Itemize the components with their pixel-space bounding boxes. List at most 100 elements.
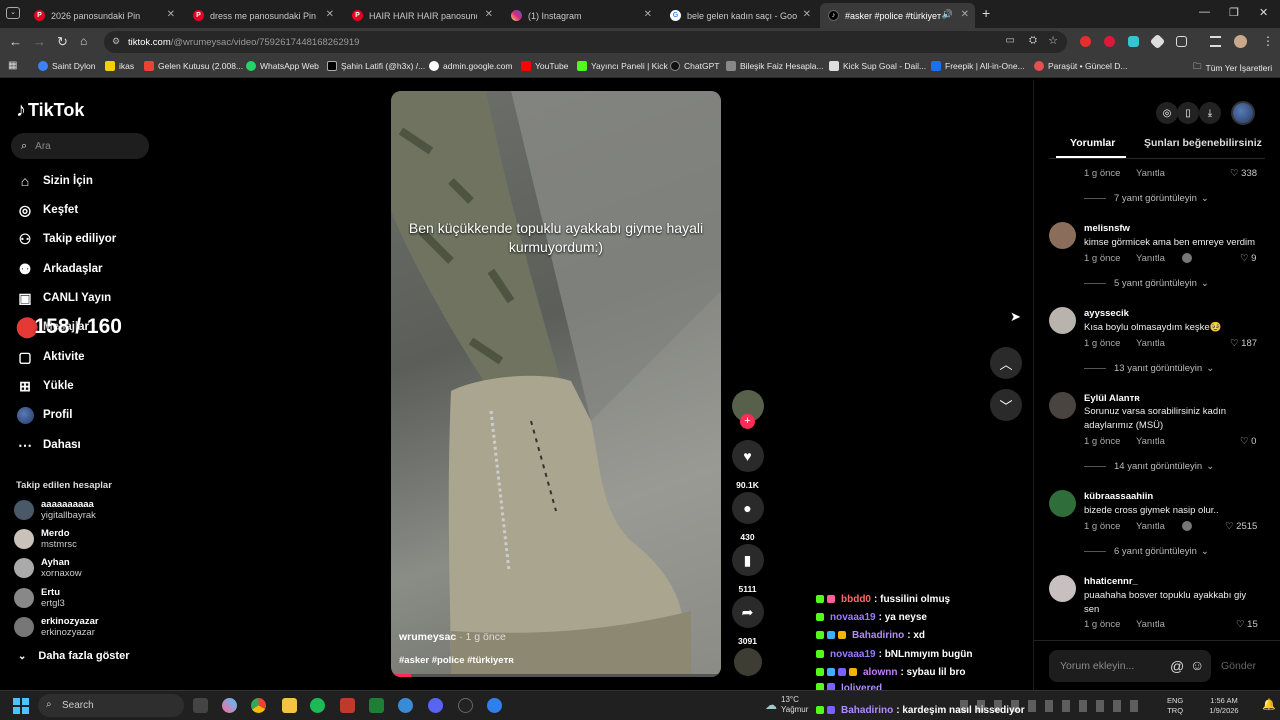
file-explorer-icon[interactable]	[282, 698, 297, 713]
nav-friends[interactable]: ⚉ Arkadaşlar	[16, 258, 103, 280]
mention-icon[interactable]: @	[1170, 658, 1184, 674]
discord-icon[interactable]	[428, 698, 443, 713]
avatar[interactable]	[1049, 490, 1076, 517]
language-indicator[interactable]: ENG TRQ	[1167, 696, 1183, 716]
nav-live[interactable]: ▣ CANLI Yayın	[16, 287, 111, 309]
followed-account[interactable]: aaaaaaaaaa yigitallbayrak	[14, 497, 96, 523]
followed-account[interactable]: Ayhan xornaxow	[14, 555, 82, 581]
close-tab-icon[interactable]: ✕	[961, 9, 969, 20]
task-view-icon[interactable]	[193, 698, 208, 713]
follow-plus-icon[interactable]: +	[740, 414, 755, 429]
comment-like[interactable]: ♡ 9	[1240, 253, 1256, 264]
bookmark-item[interactable]: admin.google.com	[429, 61, 512, 71]
app-icon[interactable]	[487, 698, 502, 713]
video-author[interactable]: wrumeysac · 1 g önce	[399, 631, 506, 643]
clock[interactable]: 1:56 AM 1/9/2026	[1199, 696, 1249, 716]
nav-explore[interactable]: ◎ Keşfet	[16, 199, 78, 221]
taskbar-search[interactable]: ⌕ Search	[38, 694, 184, 717]
url-field[interactable]: ⚙ tiktok.com/@wrumeysac/video/7592617448…	[104, 31, 1067, 53]
extension-icon[interactable]	[1104, 36, 1115, 47]
close-tab-icon[interactable]: ✕	[803, 9, 811, 20]
bookmark-item[interactable]: Freepik | All-in-One...	[931, 61, 1025, 71]
bookmark-item[interactable]: Kick Sup Goal - Dail...	[829, 61, 926, 71]
bookmark-item[interactable]: Paraşüt • Güncel D...	[1034, 61, 1128, 71]
video-hashtags[interactable]: #asker #police #türkiyeᴛʀ	[399, 655, 514, 666]
creator-avatar[interactable]: +	[731, 390, 764, 429]
close-tab-icon[interactable]: ✕	[167, 9, 175, 20]
previous-video-button[interactable]: ︿	[990, 347, 1022, 379]
bookmark-star-icon[interactable]: ☆	[1048, 34, 1058, 47]
comment-author[interactable]: ayyssecik	[1084, 308, 1129, 319]
extensions-puzzle-icon[interactable]	[1176, 36, 1187, 47]
minimize-icon[interactable]: —	[1199, 6, 1210, 18]
extension-icon[interactable]	[1149, 33, 1166, 50]
view-replies-button[interactable]: 13 yanıt görüntüleyin ⌄	[1084, 363, 1214, 374]
user-avatar[interactable]	[1231, 101, 1255, 125]
view-replies-button[interactable]: 14 yanıt görüntüleyin ⌄	[1084, 461, 1214, 472]
restore-icon[interactable]: ❐	[1229, 6, 1239, 19]
all-bookmarks-folder[interactable]: 🗀 Tüm Yer İşaretleri	[1193, 61, 1272, 75]
device-icon[interactable]: ▯	[1177, 102, 1199, 124]
send-button[interactable]: Gönder	[1221, 660, 1256, 672]
video-player[interactable]: Ben küçükkende topuklu ayakkabı giyme ha…	[391, 91, 721, 677]
download-icon[interactable]: ⤓	[1199, 102, 1221, 124]
notification-bell-icon[interactable]: 🔔	[1262, 698, 1276, 711]
comment-like[interactable]: ♡ 2515	[1225, 521, 1257, 532]
home-icon[interactable]: ⌂	[80, 34, 87, 48]
browser-tab[interactable]: P 2026 panosundaki Pin ✕	[26, 3, 181, 28]
followed-account[interactable]: Ertu ertgl3	[14, 585, 65, 611]
bookmark-item[interactable]: ikas	[105, 61, 134, 71]
close-tab-icon[interactable]: ✕	[644, 9, 652, 20]
comment-author[interactable]: melisnsfw	[1084, 223, 1130, 234]
site-info-icon[interactable]: ⚙	[112, 36, 120, 47]
audio-icon[interactable]: 🔊	[942, 9, 953, 20]
bookmark-item[interactable]: Yayıncı Paneli | Kick	[577, 61, 668, 71]
view-replies-button[interactable]: 5 yanıt görüntüleyin ⌄	[1084, 278, 1209, 289]
bookmark-item[interactable]: Saint Dylon	[38, 61, 95, 71]
comment-button[interactable]: ● 430	[731, 492, 764, 542]
tiktok-logo[interactable]: ♪ TikTok	[16, 99, 84, 122]
like-button[interactable]: ♥ 90.1K	[731, 440, 764, 490]
spotify-icon[interactable]	[310, 698, 325, 713]
browser-tab[interactable]: Gbele gelen kadın saçı - Google Search✕	[662, 3, 817, 28]
search-input[interactable]: ⌕ Ara	[11, 133, 149, 159]
translate-icon[interactable]: ⛭	[1029, 35, 1037, 46]
music-disc[interactable]	[731, 648, 764, 676]
discover-icon[interactable]: ◎	[1156, 102, 1178, 124]
tab-comments[interactable]: Yorumlar	[1070, 137, 1115, 149]
app-icon[interactable]	[340, 698, 355, 713]
comment-input[interactable]: Yorum ekleyin... @ ☺	[1049, 650, 1211, 682]
back-icon[interactable]: ←	[9, 34, 22, 49]
comment-like[interactable]: ♡ 15	[1236, 619, 1258, 630]
browser-menu-icon[interactable]: ⋮	[1262, 34, 1274, 48]
avatar[interactable]	[1049, 222, 1076, 249]
followed-account[interactable]: Merdo mstmrsc	[14, 526, 77, 552]
apps-grid-icon[interactable]: ▦	[8, 60, 17, 71]
nav-more[interactable]: ⋯ Dahası	[16, 434, 81, 456]
view-replies-button[interactable]: 7 yanıt görüntüleyin ⌄	[1084, 193, 1209, 204]
install-icon[interactable]: ▭	[1006, 35, 1015, 46]
close-window-icon[interactable]: ✕	[1259, 6, 1268, 19]
bookmark-item[interactable]: ChatGPT	[670, 61, 719, 71]
tab-you-may-like[interactable]: Şunları beğenebilirsiniz	[1144, 137, 1262, 149]
comment-like[interactable]: ♡ 338	[1230, 168, 1257, 179]
next-video-button[interactable]: ﹀	[990, 389, 1022, 421]
extension-icon[interactable]	[1080, 36, 1091, 47]
bookmark-item[interactable]: Şahin Latifi (@h3x) /...	[327, 61, 425, 71]
comment-author[interactable]: Eylül Alanᴛʀ	[1084, 393, 1140, 404]
chrome-icon[interactable]	[251, 698, 266, 713]
close-tab-icon[interactable]: ✕	[326, 9, 334, 20]
followed-account[interactable]: erkinozyazar erkinozyazar	[14, 614, 99, 640]
comment-like[interactable]: ♡ 0	[1240, 436, 1256, 447]
start-icon[interactable]	[13, 698, 29, 714]
app-icon[interactable]	[398, 698, 413, 713]
browser-tab[interactable]: PHAIR HAIR HAIR panosundaki Pin✕	[344, 3, 499, 28]
weather-widget[interactable]: ☁ 13°C Yağmur	[765, 695, 808, 715]
extension-icon[interactable]	[1128, 36, 1139, 47]
avatar[interactable]	[1049, 307, 1076, 334]
media-icon[interactable]	[1210, 36, 1221, 47]
app-icon[interactable]	[458, 698, 473, 713]
bookmark-item[interactable]: Bileşik Faiz Hesapla...	[726, 61, 824, 71]
new-tab-button[interactable]: +	[982, 5, 990, 21]
video-progress-bar[interactable]	[391, 674, 721, 677]
